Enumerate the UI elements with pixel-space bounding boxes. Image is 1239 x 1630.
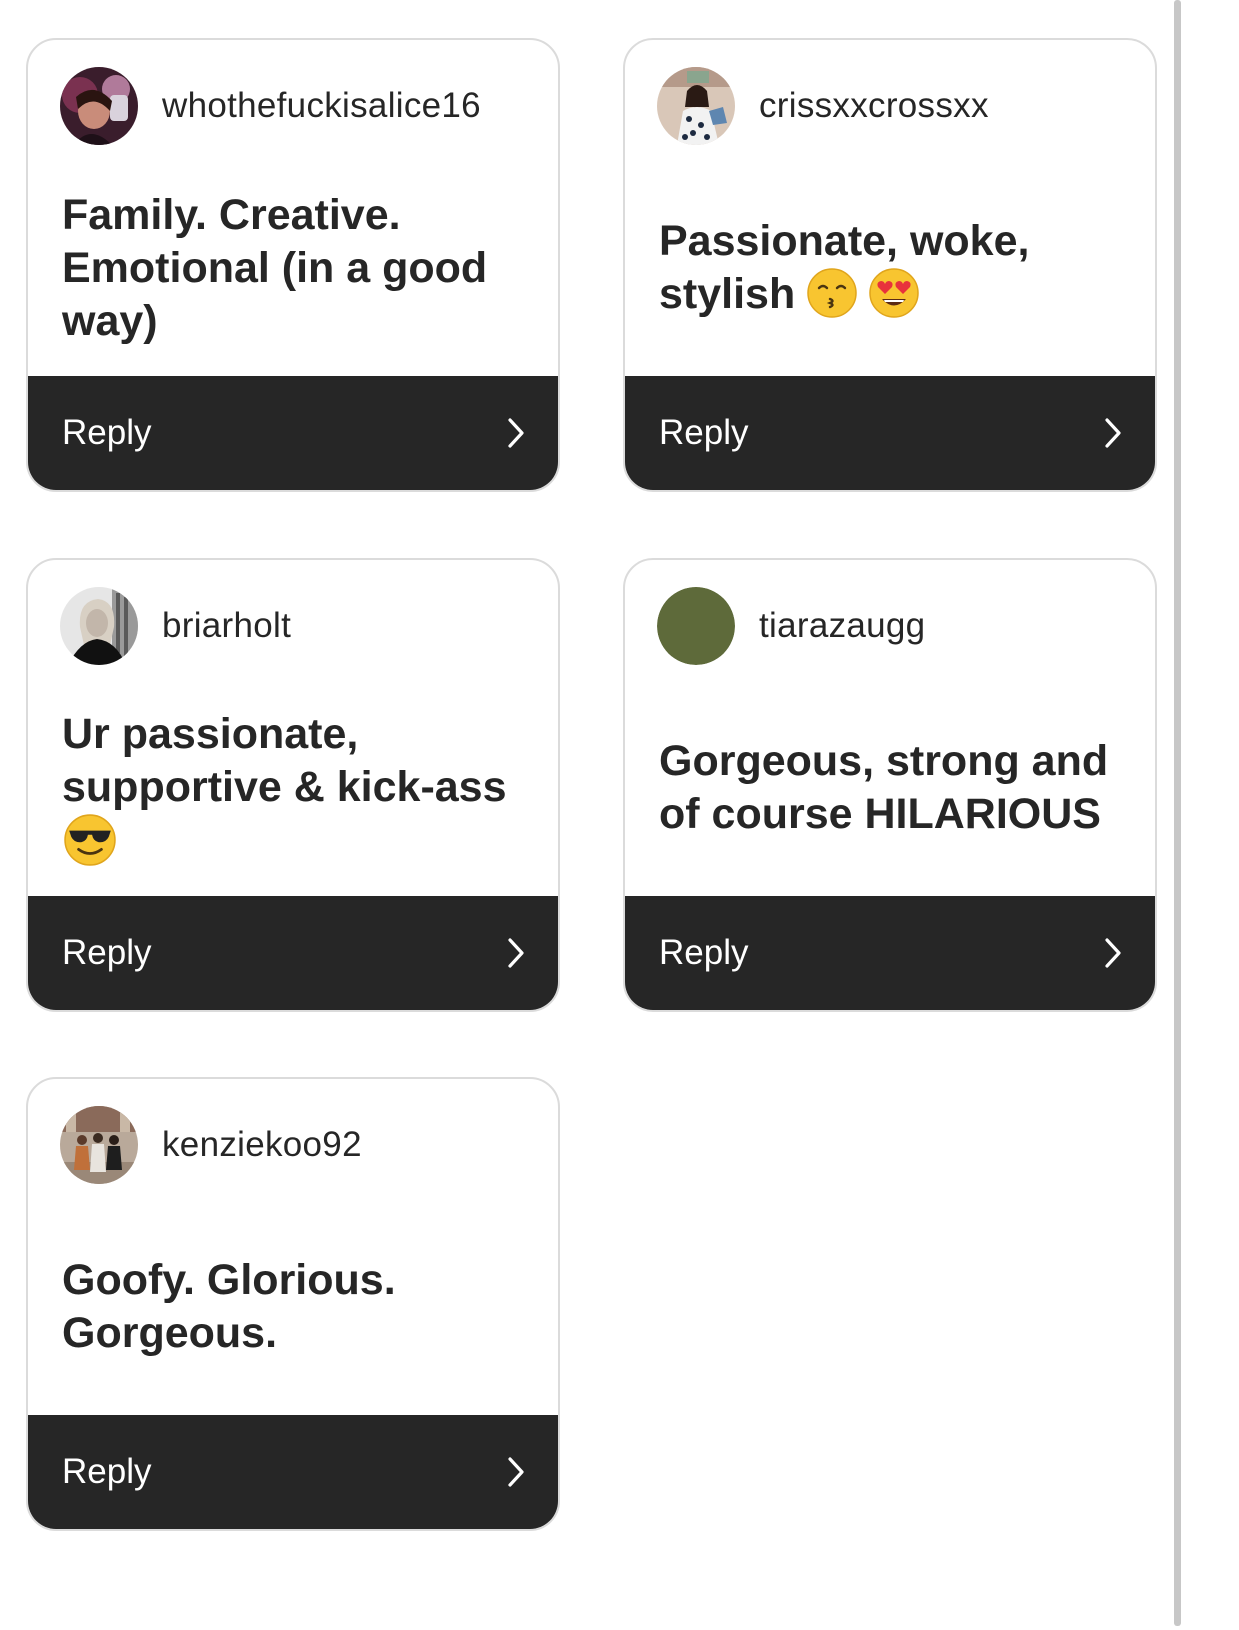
card-header: tiarazaugg — [657, 587, 925, 665]
chevron-right-icon — [1105, 418, 1121, 448]
avatar[interactable] — [60, 67, 138, 145]
answer-container: Gorgeous, strong and of course HILARIOUS — [659, 672, 1125, 904]
avatar[interactable] — [60, 1106, 138, 1184]
avatar[interactable] — [657, 67, 735, 145]
response-card: tiarazaugg Gorgeous, strong and of cours… — [623, 558, 1157, 1012]
card-header: whothefuckisalice16 — [60, 67, 481, 145]
answer-text: Gorgeous, strong and of course HILARIOUS — [659, 737, 1109, 838]
chevron-right-icon — [508, 1457, 524, 1487]
chevron-right-icon — [1105, 938, 1121, 968]
avatar[interactable] — [60, 587, 138, 665]
reply-label: Reply — [62, 933, 152, 972]
answer-text: Goofy. Glorious. Gorgeous. — [62, 1256, 396, 1357]
heart-eyes-face-icon — [869, 268, 919, 318]
reply-button[interactable]: Reply — [28, 1415, 558, 1529]
response-card: kenziekoo92 Goofy. Glorious. Gorgeous. R… — [26, 1077, 560, 1531]
answer-text: Family. Creative. Emotional (in a good w… — [62, 190, 488, 345]
reply-button[interactable]: Reply — [625, 896, 1155, 1010]
reply-label: Reply — [62, 413, 152, 452]
kissing-face-icon — [807, 268, 857, 318]
reply-button[interactable]: Reply — [28, 896, 558, 1010]
reply-label: Reply — [659, 413, 749, 452]
card-header: kenziekoo92 — [60, 1106, 362, 1184]
card-header: briarholt — [60, 587, 291, 665]
chevron-right-icon — [508, 938, 524, 968]
avatar[interactable] — [657, 587, 735, 665]
sunglasses-face-icon — [64, 813, 116, 866]
username[interactable]: whothefuckisalice16 — [162, 86, 481, 126]
response-card: whothefuckisalice16 Family. Creative. Em… — [26, 38, 560, 492]
response-card: crissxxcrossxx Passionate, woke, stylish… — [623, 38, 1157, 492]
reply-label: Reply — [62, 1452, 152, 1491]
answer-container: Goofy. Glorious. Gorgeous. — [62, 1191, 528, 1423]
answer-text: Ur passionate, supportive & kick-ass — [62, 708, 528, 869]
answer-container: Ur passionate, supportive & kick-ass — [62, 672, 528, 904]
answer-container: Family. Creative. Emotional (in a good w… — [62, 152, 528, 384]
response-card: briarholt Ur passionate, supportive & ki… — [26, 558, 560, 1012]
username[interactable]: kenziekoo92 — [162, 1125, 362, 1165]
reply-button[interactable]: Reply — [625, 376, 1155, 490]
answer-text: Passionate, woke, stylish — [659, 217, 1030, 318]
card-header: crissxxcrossxx — [657, 67, 989, 145]
reply-label: Reply — [659, 933, 749, 972]
username[interactable]: briarholt — [162, 606, 291, 646]
scrollbar[interactable] — [1174, 0, 1181, 1626]
username[interactable]: tiarazaugg — [759, 606, 925, 646]
chevron-right-icon — [508, 418, 524, 448]
answer-container: Passionate, woke, stylish — [659, 152, 1125, 384]
reply-button[interactable]: Reply — [28, 376, 558, 490]
username[interactable]: crissxxcrossxx — [759, 86, 989, 126]
